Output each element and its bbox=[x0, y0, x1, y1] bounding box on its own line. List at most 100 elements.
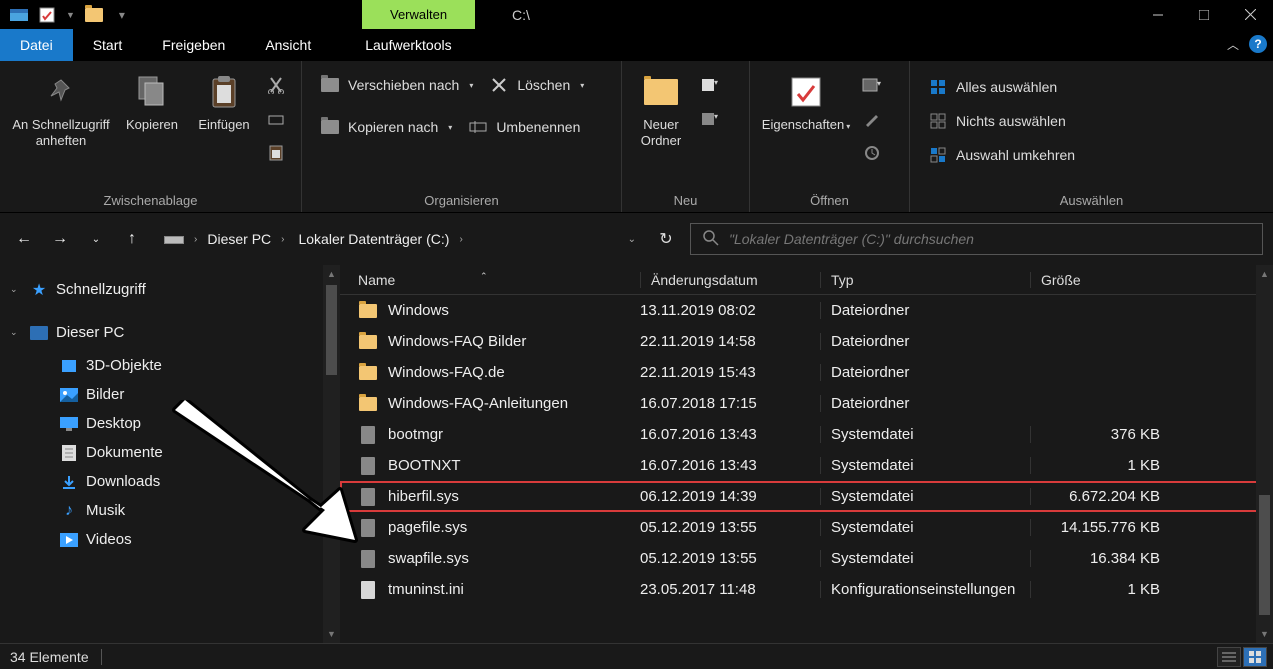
new-item-button[interactable]: ▾ bbox=[698, 73, 722, 97]
drive-icon bbox=[164, 230, 184, 249]
file-date: 22.11.2019 14:58 bbox=[640, 333, 820, 350]
tree-item-desktop[interactable]: Desktop bbox=[0, 409, 340, 438]
delete-button[interactable]: Löschen▾ bbox=[483, 71, 590, 99]
file-row[interactable]: hiberfil.sys06.12.2019 14:39Systemdatei6… bbox=[340, 481, 1273, 512]
qat-properties-icon[interactable] bbox=[38, 6, 56, 24]
file-row[interactable]: Windows13.11.2019 08:02Dateiordner bbox=[340, 295, 1273, 326]
maximize-button[interactable] bbox=[1181, 0, 1227, 29]
rename-button[interactable]: Umbenennen bbox=[462, 113, 586, 141]
search-icon bbox=[703, 230, 719, 249]
edit-button[interactable] bbox=[860, 107, 884, 131]
explorer-icon bbox=[10, 6, 28, 24]
tree-item-schnellzugriff[interactable]: ⌄★Schnellzugriff bbox=[0, 275, 340, 304]
search-input[interactable] bbox=[729, 231, 1250, 247]
view-details-button[interactable] bbox=[1217, 647, 1241, 667]
tab-file[interactable]: Datei bbox=[0, 29, 73, 61]
videos-icon bbox=[60, 532, 78, 548]
qat-folder-icon[interactable] bbox=[85, 6, 103, 24]
paste-button[interactable]: Einfügen bbox=[188, 67, 260, 133]
nav-up-button[interactable]: ↑ bbox=[118, 225, 146, 253]
column-header-size[interactable]: Größe bbox=[1030, 272, 1180, 288]
address-bar-row: ← → ⌄ ↑ › Dieser PC› Lokaler Datenträger… bbox=[0, 213, 1273, 265]
tree-item-dieser-pc[interactable]: ⌄Dieser PC bbox=[0, 318, 340, 347]
svg-text:▾: ▾ bbox=[877, 79, 881, 88]
column-header-date[interactable]: Änderungsdatum bbox=[640, 272, 820, 288]
pin-to-quick-access-button[interactable]: An Schnellzugriff anheften bbox=[6, 67, 116, 148]
tree-item-dokumente[interactable]: Dokumente bbox=[0, 438, 340, 467]
file-type: Systemdatei bbox=[820, 550, 1030, 567]
paste-shortcut-button[interactable] bbox=[264, 141, 288, 165]
tree-item-bilder[interactable]: Bilder bbox=[0, 380, 340, 409]
cut-button[interactable] bbox=[264, 73, 288, 97]
pin-icon bbox=[42, 73, 80, 111]
rename-label: Umbenennen bbox=[496, 119, 580, 135]
breadcrumb-this-pc[interactable]: Dieser PC› bbox=[207, 231, 288, 247]
nav-back-button[interactable]: ← bbox=[10, 225, 38, 253]
qat-dropdown-icon[interactable]: ▼ bbox=[66, 10, 75, 20]
qat-customize-icon[interactable]: ▾ bbox=[119, 8, 125, 22]
file-row[interactable]: tmuninst.ini23.05.2017 11:48Konfiguratio… bbox=[340, 574, 1273, 605]
select-none-button[interactable]: Nichts auswählen bbox=[922, 107, 1072, 135]
tree-item-musik[interactable]: ♪Musik bbox=[0, 496, 340, 525]
music-icon: ♪ bbox=[60, 503, 78, 519]
file-row[interactable]: Windows-FAQ-Anleitungen16.07.2018 17:15D… bbox=[340, 388, 1273, 419]
search-box[interactable] bbox=[690, 223, 1263, 255]
help-icon[interactable]: ? bbox=[1249, 35, 1267, 53]
copy-button[interactable]: Kopieren bbox=[116, 67, 188, 133]
folder-icon bbox=[358, 301, 378, 321]
properties-button[interactable]: Eigenschaften▾ bbox=[756, 67, 856, 133]
file-date: 16.07.2016 13:43 bbox=[640, 426, 820, 443]
file-type: Dateiordner bbox=[820, 395, 1030, 412]
desktop-icon bbox=[60, 416, 78, 432]
file-size: 376 KB bbox=[1030, 426, 1180, 443]
column-headers: Name⌃ Änderungsdatum Typ Größe bbox=[340, 265, 1273, 295]
sidebar-scrollbar[interactable]: ▲▼ bbox=[323, 265, 340, 643]
tree-item-downloads[interactable]: Downloads bbox=[0, 467, 340, 496]
file-row[interactable]: pagefile.sys05.12.2019 13:55Systemdatei1… bbox=[340, 512, 1273, 543]
manage-context-tab[interactable]: Verwalten bbox=[362, 0, 475, 29]
close-button[interactable] bbox=[1227, 0, 1273, 29]
address-dropdown-icon[interactable]: ⌄ bbox=[628, 234, 636, 245]
move-to-button[interactable]: Verschieben nach▾ bbox=[314, 71, 479, 99]
file-type: Systemdatei bbox=[820, 519, 1030, 536]
nav-forward-button[interactable]: → bbox=[46, 225, 74, 253]
easy-access-button[interactable]: ▾ bbox=[698, 107, 722, 131]
tab-home[interactable]: Start bbox=[73, 29, 143, 61]
list-scrollbar[interactable]: ▲▼ bbox=[1256, 265, 1273, 643]
file-name: pagefile.sys bbox=[388, 519, 467, 536]
select-all-button[interactable]: Alles auswählen bbox=[922, 73, 1063, 101]
file-row[interactable]: Windows-FAQ.de22.11.2019 15:43Dateiordne… bbox=[340, 357, 1273, 388]
file-date: 22.11.2019 15:43 bbox=[640, 364, 820, 381]
copy-path-button[interactable] bbox=[264, 107, 288, 131]
address-bar[interactable]: › Dieser PC› Lokaler Datenträger (C:)› ⌄ bbox=[154, 223, 642, 255]
new-folder-button[interactable]: Neuer Ordner bbox=[628, 67, 694, 148]
refresh-button[interactable]: ↻ bbox=[650, 223, 682, 255]
breadcrumb-drive[interactable]: Lokaler Datenträger (C:)› bbox=[298, 231, 466, 247]
tree-item-videos[interactable]: Videos bbox=[0, 525, 340, 554]
tab-view[interactable]: Ansicht bbox=[245, 29, 331, 61]
tree-item-label: Videos bbox=[86, 531, 132, 548]
file-row[interactable]: BOOTNXT16.07.2016 13:43Systemdatei1 KB bbox=[340, 450, 1273, 481]
tree-item-label: Dieser PC bbox=[56, 324, 124, 341]
history-button[interactable] bbox=[860, 141, 884, 165]
file-row[interactable]: Windows-FAQ Bilder22.11.2019 14:58Dateio… bbox=[340, 326, 1273, 357]
copy-to-button[interactable]: Kopieren nach▾ bbox=[314, 113, 458, 141]
file-size: 6.672.204 KB bbox=[1030, 488, 1180, 505]
invert-selection-button[interactable]: Auswahl umkehren bbox=[922, 141, 1081, 169]
tab-share[interactable]: Freigeben bbox=[142, 29, 245, 61]
view-large-icons-button[interactable] bbox=[1243, 647, 1267, 667]
select-all-icon bbox=[928, 77, 948, 97]
column-header-type[interactable]: Typ bbox=[820, 272, 1030, 288]
tab-drive-tools[interactable]: Laufwerktools bbox=[345, 29, 471, 61]
nav-history-button[interactable]: ⌄ bbox=[82, 225, 110, 253]
minimize-button[interactable] bbox=[1135, 0, 1181, 29]
tree-item-3d-objekte[interactable]: 3D-Objekte bbox=[0, 351, 340, 380]
folder-icon bbox=[358, 394, 378, 414]
file-size: 14.155.776 KB bbox=[1030, 519, 1180, 536]
file-row[interactable]: swapfile.sys05.12.2019 13:55Systemdatei1… bbox=[340, 543, 1273, 574]
open-button[interactable]: ▾ bbox=[860, 73, 884, 97]
file-row[interactable]: bootmgr16.07.2016 13:43Systemdatei376 KB bbox=[340, 419, 1273, 450]
column-header-name[interactable]: Name⌃ bbox=[350, 272, 640, 288]
ribbon-collapse-icon[interactable]: ︿ bbox=[1227, 36, 1239, 53]
file-name: BOOTNXT bbox=[388, 457, 461, 474]
